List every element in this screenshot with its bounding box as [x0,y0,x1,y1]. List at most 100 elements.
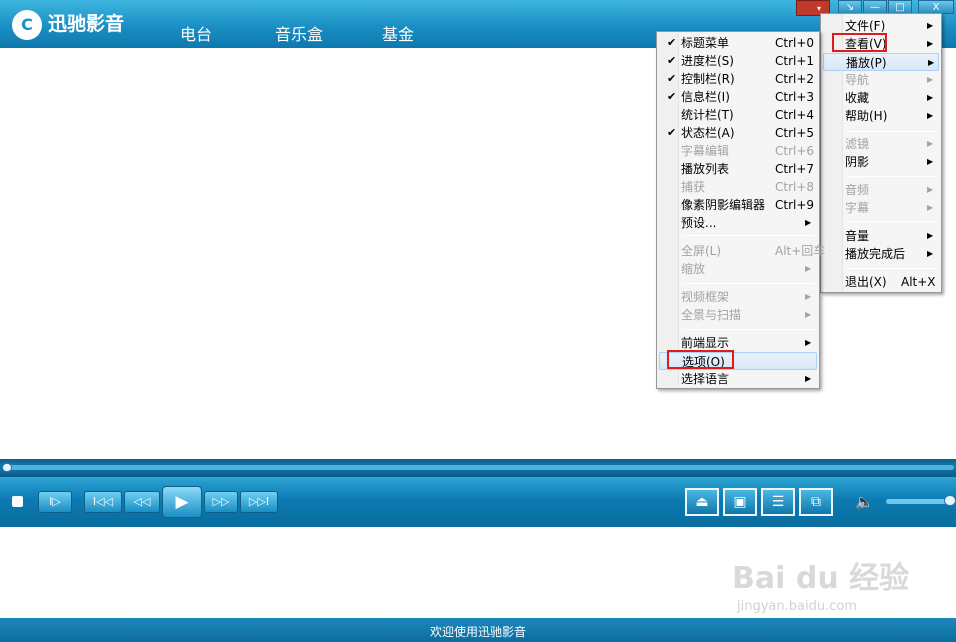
check-icon: ✔ [667,126,677,139]
submenu-arrow-icon: ▶ [927,111,934,120]
check-icon: ✔ [667,54,677,67]
stop-button[interactable] [12,496,23,507]
window-mode-icon[interactable]: ⧉ [799,488,833,516]
menu-item-label: 缩放 [681,262,706,276]
menu-item-label: 控制栏(R) [681,72,735,86]
menu-item-label: 捕获 [681,180,706,194]
main-menu-item[interactable]: 帮助(H) ▶ [823,107,939,125]
submenu-arrow-icon: ▶ [805,218,812,227]
status-bar: 欢迎使用迅驰影音 [0,618,956,642]
close-button[interactable]: X [918,0,954,14]
tab-fund[interactable]: 基金 [382,21,414,45]
main-menu-item[interactable]: 收藏 ▶ [823,89,939,107]
app-logo-icon[interactable]: C [12,10,42,40]
submenu-arrow-icon: ▶ [805,292,812,301]
main-menu-item[interactable]: 退出(X) Alt+X [823,273,939,291]
view-menu-item[interactable]: 像素阴影编辑器 Ctrl+9 [659,196,817,214]
menu-item-label: 音量 [845,229,870,243]
menu-separator [683,235,815,236]
view-menu-item[interactable]: 统计栏(T) Ctrl+4 [659,106,817,124]
play-button[interactable]: ▶ [162,486,202,518]
view-menu-item[interactable]: ✔ 进度栏(S) Ctrl+1 [659,52,817,70]
step-button[interactable]: I▷ [38,491,72,513]
menu-item-shortcut: Ctrl+1 [775,54,815,68]
menu-item-label: 音频 [845,183,870,197]
check-icon: ✔ [667,36,677,49]
forward-button[interactable]: ▷▷ [204,491,238,513]
view-menu-item[interactable]: 选择语言 ▶ [659,370,817,388]
menu-separator [847,221,937,222]
submenu-arrow-icon: ▶ [927,249,934,258]
menu-item-shortcut: Alt+X [901,275,936,289]
eject-icon[interactable]: ⏏ [685,488,719,516]
menu-item-label: 状态栏(A) [681,126,735,140]
next-button[interactable]: ▷▷I [240,491,278,513]
tab-radio[interactable]: 电台 [180,21,212,45]
view-menu-item[interactable]: ✔ 状态栏(A) Ctrl+5 [659,124,817,142]
view-menu-item[interactable]: 预设... ▶ [659,214,817,232]
view-menu-item: 字幕编辑 Ctrl+6 [659,142,817,160]
restore-icon[interactable]: ↘ [838,0,862,14]
submenu-arrow-icon: ▶ [927,231,934,240]
menu-item-label: 选择语言 [681,372,730,386]
playlist-icon[interactable]: ☰ [761,488,795,516]
main-menu-item: 导航 ▶ [823,71,939,89]
highlight-box-options [667,350,734,369]
menu-separator [847,131,937,132]
menu-separator [847,176,937,177]
view-menu-item[interactable]: ✔ 信息栏(I) Ctrl+3 [659,88,817,106]
seek-handle[interactable] [2,463,12,472]
maximize-button[interactable]: □ [888,0,912,14]
submenu-arrow-icon: ▶ [927,157,934,166]
seek-track[interactable] [4,465,954,470]
menu-item-shortcut: Ctrl+5 [775,126,815,140]
minimize-button[interactable]: — [863,0,887,14]
view-menu-item: 捕获 Ctrl+8 [659,178,817,196]
submenu-arrow-icon: ▶ [927,21,934,30]
menu-item-label: 预设... [681,216,717,230]
view-menu-item[interactable]: ✔ 标题菜单 Ctrl+0 [659,34,817,52]
view-menu-item[interactable]: 播放列表 Ctrl+7 [659,160,817,178]
previous-button[interactable]: I◁◁ [84,491,122,513]
snapshot-icon[interactable]: ▣ [723,488,757,516]
menu-separator [847,268,937,269]
rewind-button[interactable]: ◁◁ [124,491,160,513]
menu-separator [683,329,815,330]
tab-music-box[interactable]: 音乐盒 [275,21,323,45]
highlight-box-view [832,33,887,52]
main-context-menu: 文件(F) ▶ 查看(V) ▶ 播放(P) ▶ 导航 ▶ 收藏 ▶ 帮助(H) ▶ 滤镜 ▶ 阴影 ▶ 音频 ▶ 字… [820,13,942,293]
view-menu-item[interactable]: ✔ 控制栏(R) Ctrl+2 [659,70,817,88]
volume-icon[interactable]: 🔈 [855,493,874,511]
main-menu-item: 滤镜 ▶ [823,135,939,153]
menu-item-label: 信息栏(I) [681,90,730,104]
main-menu-item: 音频 ▶ [823,181,939,199]
app-title: 迅驰影音 [48,13,125,35]
main-menu-item[interactable]: 播放(P) ▶ [823,53,939,71]
menu-item-label: 视频框架 [681,290,730,304]
main-menu-item[interactable]: 音量 ▶ [823,227,939,245]
view-menu-item: 全屏(L) Alt+回车 [659,242,825,260]
menu-item-label: 字幕编辑 [681,144,730,158]
check-icon: ✔ [667,72,677,85]
menu-item-label: 进度栏(S) [681,54,734,68]
menu-separator [683,283,815,284]
menu-item-label: 帮助(H) [845,109,888,123]
submenu-arrow-icon: ▶ [805,338,812,347]
view-menu-item: 全景与扫描 ▶ [659,306,817,324]
menu-item-shortcut: Ctrl+9 [775,198,815,212]
menu-item-label: 播放完成后 [845,247,906,261]
submenu-arrow-icon: ▶ [927,93,934,102]
submenu-arrow-icon: ▶ [927,185,934,194]
submenu-arrow-icon: ▶ [805,374,812,383]
menu-item-label: 统计栏(T) [681,108,734,122]
seek-bar[interactable] [0,459,956,477]
volume-handle[interactable] [944,495,956,506]
main-menu-item[interactable]: 阴影 ▶ [823,153,939,171]
main-menu-item[interactable]: 播放完成后 ▶ [823,245,939,263]
check-icon: ✔ [667,90,677,103]
menu-item-label: 导航 [845,73,870,87]
menu-item-label: 像素阴影编辑器 [681,198,766,212]
menu-item-shortcut: Ctrl+0 [775,36,815,50]
menu-item-shortcut: Ctrl+3 [775,90,815,104]
submenu-arrow-icon: ▶ [927,203,934,212]
